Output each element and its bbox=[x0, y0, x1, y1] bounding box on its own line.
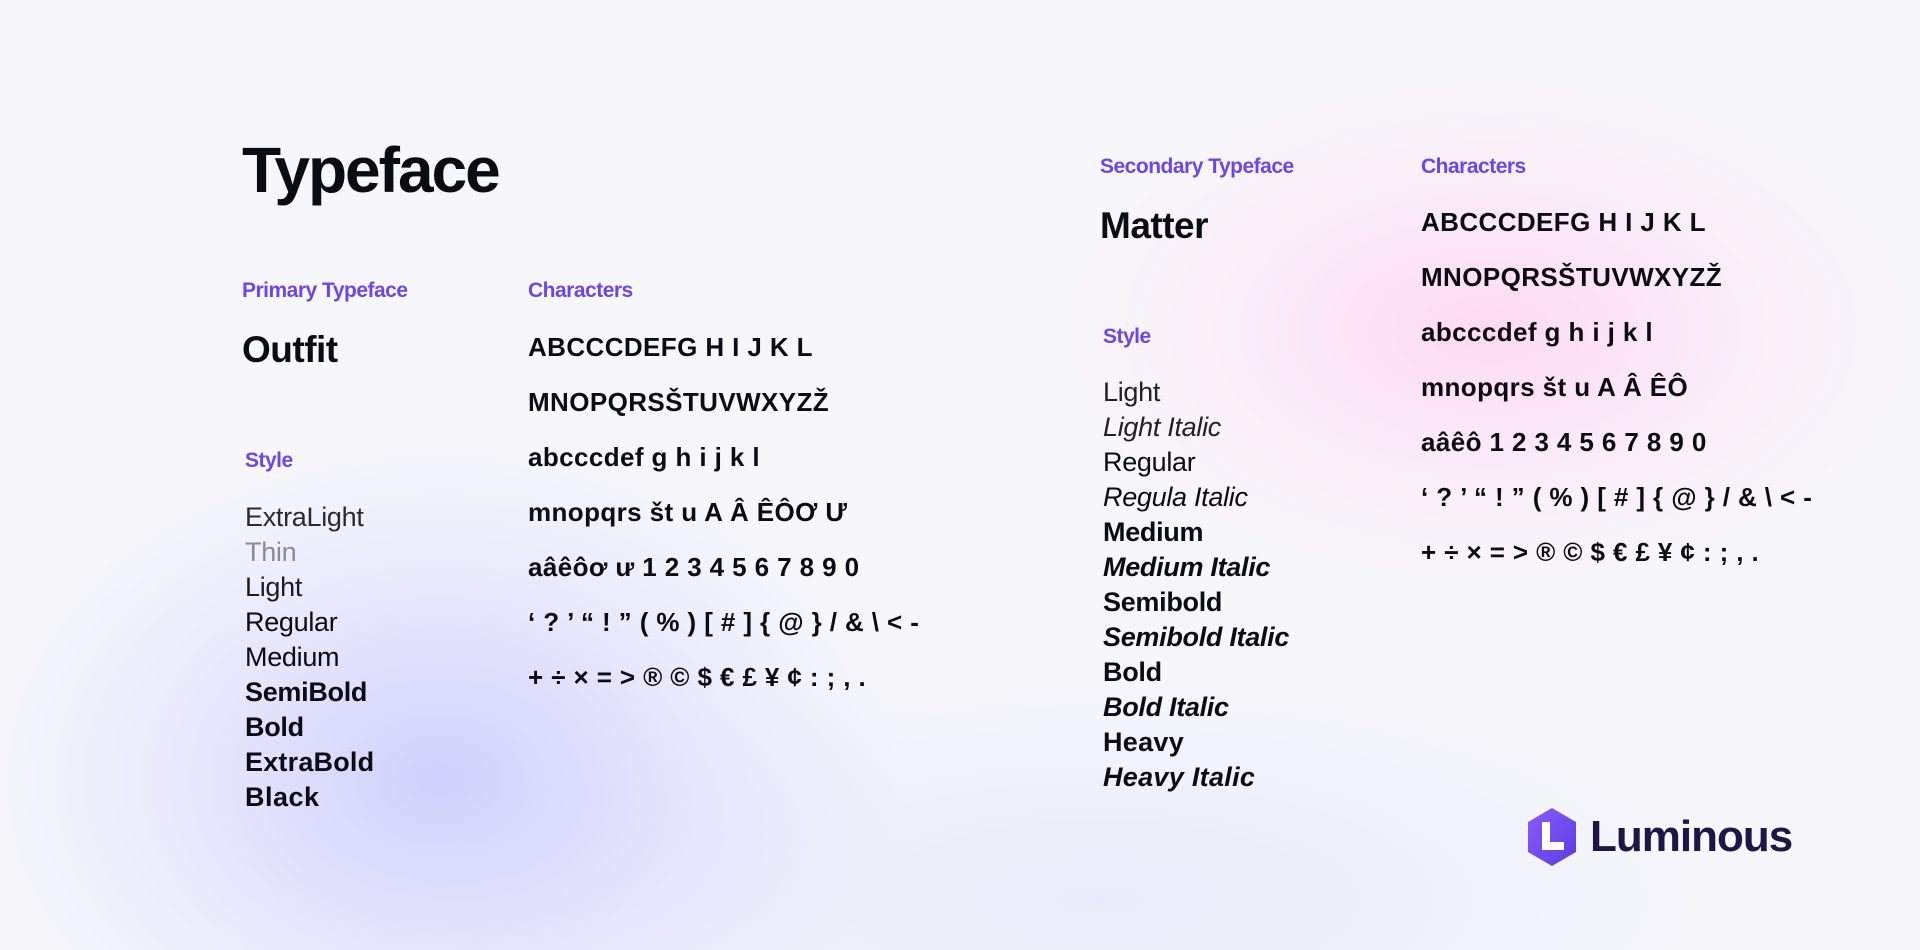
secondary-typeface-label: Secondary Typeface bbox=[1100, 155, 1294, 178]
style-extralight: ExtraLight bbox=[245, 502, 364, 532]
primary-typeface-label: Primary Typeface bbox=[242, 279, 408, 302]
style-black: Black bbox=[245, 782, 320, 812]
character-row: + ÷ × = > ® © $ € £ ¥ ¢ : ; , . bbox=[1421, 537, 1760, 567]
primary-character-set: ABCCCDEFG H I J K L MNOPQRSŠTUVWXYZŽ abc… bbox=[528, 320, 919, 705]
secondary-character-set: ABCCCDEFG H I J K L MNOPQRSŠTUVWXYZŽ abc… bbox=[1421, 195, 1812, 580]
character-row: mnopqrs št u A Â ÊÔƠ Ư bbox=[528, 497, 848, 527]
page-title: Typeface bbox=[242, 134, 501, 206]
luminous-hexagon-icon bbox=[1528, 808, 1576, 866]
primary-style-list: ExtraLight Thin Light Regular Medium Sem… bbox=[245, 500, 374, 815]
style-regular: Regular bbox=[245, 607, 338, 637]
style-bold-italic: Bold Italic bbox=[1103, 692, 1229, 722]
character-row: ‘ ? ’ “ ! ” ( % ) [ # ] { @ } / & \ < - bbox=[1421, 482, 1813, 512]
secondary-typeface-name: Matter bbox=[1100, 205, 1209, 246]
primary-typeface-name: Outfit bbox=[242, 329, 338, 370]
style-bold: Bold bbox=[245, 712, 304, 742]
brand-logo: Luminous bbox=[1524, 806, 1793, 868]
secondary-style-label: Style bbox=[1103, 325, 1151, 348]
style-medium-italic: Medium Italic bbox=[1103, 552, 1271, 582]
character-row: ‘ ? ’ “ ! ” ( % ) [ # ] { @ } / & \ < - bbox=[528, 607, 920, 637]
style-medium: Medium bbox=[245, 642, 340, 672]
character-row: ABCCCDEFG H I J K L bbox=[1421, 207, 1706, 237]
style-semibold-italic: Semibold Italic bbox=[1103, 622, 1290, 652]
style-bold: Bold bbox=[1103, 657, 1162, 687]
character-row: abcccdef g h i j k l bbox=[1421, 317, 1653, 347]
style-medium: Medium bbox=[1103, 517, 1204, 547]
style-regular-italic: Regula Italic bbox=[1103, 482, 1248, 512]
character-row: abcccdef g h i j k l bbox=[528, 442, 760, 472]
character-row: mnopqrs št u A Â ÊÔ bbox=[1421, 372, 1689, 402]
style-semibold: Semibold bbox=[1103, 587, 1223, 617]
style-light: Light bbox=[245, 572, 303, 602]
style-semibold: SemiBold bbox=[245, 677, 368, 707]
logo-wordmark: Luminous bbox=[1590, 812, 1793, 861]
character-row: aâêô 1 2 3 4 5 6 7 8 9 0 bbox=[1421, 427, 1707, 457]
style-heavy-italic: Heavy Italic bbox=[1103, 762, 1256, 792]
character-row: MNOPQRSŠTUVWXYZŽ bbox=[1421, 262, 1723, 292]
style-regular: Regular bbox=[1103, 447, 1196, 477]
character-row: aâêôơ ư 1 2 3 4 5 6 7 8 9 0 bbox=[528, 552, 860, 582]
primary-characters-label: Characters bbox=[528, 279, 633, 302]
secondary-style-list: Light Light Italic Regular Regula Italic… bbox=[1103, 375, 1289, 795]
style-heavy: Heavy bbox=[1103, 727, 1185, 757]
primary-style-label: Style bbox=[245, 449, 293, 472]
style-light-italic: Light Italic bbox=[1103, 412, 1221, 442]
character-row: MNOPQRSŠTUVWXYZŽ bbox=[528, 387, 830, 417]
style-light: Light bbox=[1103, 377, 1161, 407]
style-thin: Thin bbox=[245, 537, 297, 567]
character-row: ABCCCDEFG H I J K L bbox=[528, 332, 813, 362]
secondary-characters-label: Characters bbox=[1421, 155, 1526, 178]
character-row: + ÷ × = > ® © $ € £ ¥ ¢ : ; , . bbox=[528, 662, 867, 692]
style-extrabold: ExtraBold bbox=[245, 747, 375, 777]
